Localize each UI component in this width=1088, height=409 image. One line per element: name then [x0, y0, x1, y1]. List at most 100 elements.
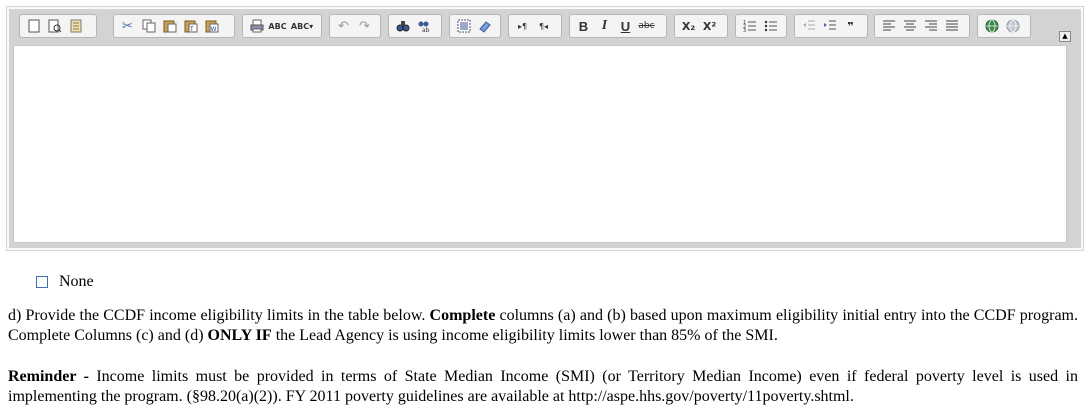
editor-toolbar: ✂ T W ABC ABC▾ ↶ ↷ ab ▸¶ ¶◂ B I U abc X₂…: [9, 9, 1081, 43]
replace-button[interactable]: ab: [413, 16, 434, 36]
undo-button[interactable]: ↶: [333, 16, 354, 36]
numbered-list-icon: 123: [743, 20, 756, 33]
paste-icon: [163, 20, 176, 33]
find-button[interactable]: [392, 16, 413, 36]
superscript-button[interactable]: X²: [699, 16, 720, 36]
select-all-icon: [457, 19, 470, 33]
spellcheck-menu-icon: ABC▾: [290, 21, 314, 31]
numbered-list-button[interactable]: 123: [739, 16, 760, 36]
templates-button[interactable]: [65, 16, 86, 36]
quote-icon: ❞: [847, 19, 854, 33]
toolbar-group-clipboard: ✂ T W: [113, 14, 235, 38]
toolbar-group-document: [19, 14, 97, 38]
toolbar-group-format: B I U abc: [569, 14, 667, 38]
toolbar-group-direction: ▸¶ ¶◂: [508, 14, 562, 38]
instruction-paragraph: d) Provide the CCDF income eligibility l…: [8, 306, 1078, 346]
eraser-icon: [478, 21, 491, 33]
toolbar-group-find: ab: [388, 14, 442, 38]
copy-button[interactable]: [138, 16, 159, 36]
toolbar-group-links: [977, 14, 1031, 38]
svg-text:T: T: [189, 26, 194, 33]
copy-icon: [142, 19, 155, 33]
align-center-button[interactable]: [899, 16, 920, 36]
redo-icon: ↷: [359, 18, 370, 34]
justify-icon: [945, 20, 958, 31]
editor-text-area[interactable]: [13, 45, 1067, 243]
preview-icon: [48, 19, 61, 33]
spellcheck-icon: ABC: [268, 21, 287, 31]
svg-text:W: W: [210, 26, 216, 33]
redo-button[interactable]: ↷: [354, 16, 375, 36]
svg-text:3: 3: [743, 28, 746, 33]
paste-text-icon: T: [184, 20, 197, 33]
strikethrough-button[interactable]: abc: [636, 16, 657, 36]
align-right-button[interactable]: [920, 16, 941, 36]
only-if-emphasis: ONLY IF: [207, 327, 272, 344]
decrease-indent-button[interactable]: [798, 16, 819, 36]
bulleted-list-icon: [764, 20, 777, 32]
spellcheck-button[interactable]: ABC: [267, 16, 288, 36]
bulleted-list-button[interactable]: [760, 16, 781, 36]
print-button[interactable]: [246, 16, 267, 36]
rich-text-editor: ✂ T W ABC ABC▾ ↶ ↷ ab ▸¶ ¶◂ B I U abc X₂…: [6, 6, 1084, 251]
align-left-button[interactable]: [878, 16, 899, 36]
outdent-icon: [802, 20, 815, 30]
paste-text-button[interactable]: T: [180, 16, 201, 36]
scissors-icon: ✂: [122, 18, 133, 34]
toolbar-group-lists: 123: [735, 14, 787, 38]
link-button[interactable]: [981, 16, 1002, 36]
select-all-button[interactable]: [453, 16, 474, 36]
collapse-arrow-icon: ▲: [1062, 32, 1068, 40]
preview-button[interactable]: [44, 16, 65, 36]
indent-icon: [823, 20, 836, 30]
rtl-button[interactable]: ¶◂: [533, 16, 554, 36]
toolbar-group-indent: ❞: [794, 14, 868, 38]
editor-frame: ✂ T W ABC ABC▾ ↶ ↷ ab ▸¶ ¶◂ B I U abc X₂…: [9, 9, 1081, 248]
align-right-icon: [924, 20, 937, 31]
remove-format-button[interactable]: [474, 16, 495, 36]
cut-button[interactable]: ✂: [117, 16, 138, 36]
toolbar-group-script: X₂ X²: [674, 14, 728, 38]
reminder-paragraph: Reminder - Income limits must be provide…: [8, 367, 1078, 407]
justify-button[interactable]: [941, 16, 962, 36]
spellcheck-menu-button[interactable]: ABC▾: [288, 16, 316, 36]
paste-word-icon: W: [205, 20, 218, 33]
ltr-icon: ▸¶: [517, 21, 528, 31]
link-globe-icon: [985, 19, 998, 33]
reminder-label: Reminder -: [8, 368, 89, 385]
increase-indent-button[interactable]: [819, 16, 840, 36]
templates-icon: [70, 19, 81, 33]
paste-word-button[interactable]: W: [201, 16, 222, 36]
paste-button[interactable]: [159, 16, 180, 36]
toolbar-group-align: [874, 14, 970, 38]
bold-button[interactable]: B: [573, 16, 594, 36]
align-center-icon: [903, 20, 916, 31]
complete-emphasis: Complete: [429, 307, 496, 324]
replace-icon: ab: [418, 21, 430, 33]
undo-icon: ↶: [338, 18, 349, 34]
instruction-text-part: d) Provide the CCDF income eligibility l…: [8, 307, 430, 324]
underline-button[interactable]: U: [615, 16, 636, 36]
none-checkbox[interactable]: [36, 276, 48, 288]
ltr-button[interactable]: ▸¶: [512, 16, 533, 36]
subscript-button[interactable]: X₂: [678, 16, 699, 36]
toolbar-group-print: ABC ABC▾: [242, 14, 322, 38]
none-option: None: [36, 273, 94, 291]
rtl-icon: ¶◂: [538, 21, 549, 31]
align-left-icon: [882, 20, 895, 31]
svg-text:ab: ab: [422, 27, 430, 33]
binoculars-icon: [396, 21, 409, 32]
new-page-icon: [28, 19, 39, 33]
toolbar-group-select: [449, 14, 501, 38]
unlink-globe-icon: [1006, 19, 1019, 33]
reminder-text: Income limits must be provided in terms …: [8, 368, 1078, 405]
unlink-button[interactable]: [1002, 16, 1023, 36]
toolbar-group-history: ↶ ↷: [329, 14, 381, 38]
instruction-text-part: the Lead Agency is using income eligibil…: [271, 327, 778, 344]
collapse-toolbar-button[interactable]: ▲: [1059, 31, 1071, 42]
blockquote-button[interactable]: ❞: [840, 16, 861, 36]
printer-icon: [250, 19, 263, 33]
italic-button[interactable]: I: [594, 16, 615, 36]
none-label: None: [59, 273, 94, 290]
new-page-button[interactable]: [23, 16, 44, 36]
